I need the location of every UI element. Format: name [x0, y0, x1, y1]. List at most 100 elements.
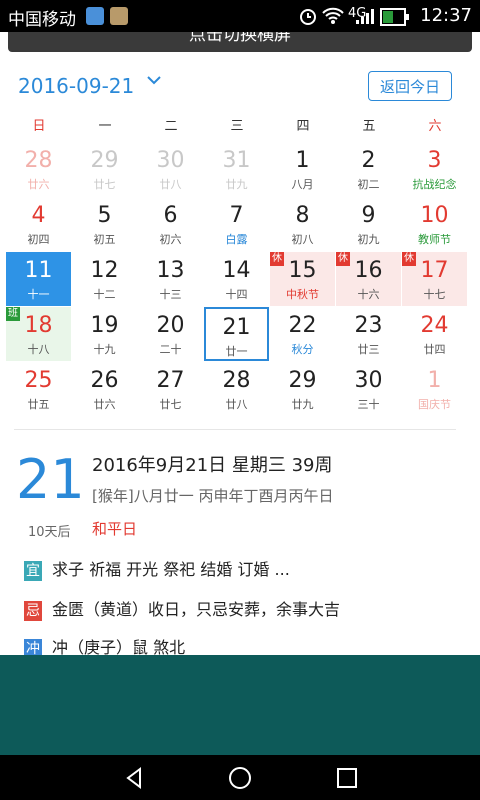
calendar-day[interactable]: 31 廿九 [204, 142, 269, 196]
weekday-label: 五 [362, 119, 376, 134]
day-number: 26 [90, 368, 119, 393]
calendar-day[interactable]: 25 廿五 [6, 362, 71, 416]
days-after-label: 10天后 [28, 525, 71, 540]
battery-icon [380, 8, 410, 30]
recents-icon[interactable] [332, 763, 362, 793]
lunar-label: 国庆节 [418, 398, 451, 411]
divider [14, 429, 456, 430]
rest-badge: 休 [402, 252, 416, 266]
lunar-label: 初六 [159, 233, 182, 246]
day-number: 10 [420, 203, 449, 228]
calendar-day[interactable]: 7 白露 [204, 197, 269, 251]
day-number: 28 [222, 368, 251, 393]
lunar-label: 廿四 [423, 343, 446, 356]
calendar-day[interactable]: 17 十七休 [402, 252, 467, 306]
ji-row: 忌金匮（黄道）收日，只忌安葬，余事大吉 [24, 596, 340, 621]
calendar-day[interactable]: 26 廿六 [72, 362, 137, 416]
lunar-label: 十八 [27, 343, 50, 356]
lunar-label: 十七 [423, 288, 446, 301]
lunar-label: 白露 [225, 233, 248, 246]
date-header: 2016-09-21 返回今日 [0, 62, 480, 110]
lunar-label: 十一 [27, 288, 50, 301]
lunar-label: 十六 [357, 288, 380, 301]
calendar-day[interactable]: 4 初四 [6, 197, 71, 251]
calendar-day[interactable]: 28 廿六 [6, 142, 71, 196]
weekday-header: 日一二三四五六 [6, 115, 468, 137]
calendar-day[interactable]: 28 廿八 [204, 362, 269, 416]
detail-day-number: 21 [16, 448, 85, 511]
rest-badge: 休 [270, 252, 284, 266]
lunar-label: 廿八 [159, 178, 182, 191]
yi-text: 求子 祈福 开光 祭祀 结婚 订婚 ... [52, 560, 290, 579]
calendar-day[interactable]: 15 中秋节休 [270, 252, 335, 306]
back-to-today-button[interactable]: 返回今日 [368, 71, 452, 101]
status-time: 12:37 [420, 5, 472, 26]
calendar-day[interactable]: 6 初六 [138, 197, 203, 251]
calendar-day[interactable]: 22 秋分 [270, 307, 335, 361]
calendar-day[interactable]: 27 廿七 [138, 362, 203, 416]
calendar-day[interactable]: 30 廿八 [138, 142, 203, 196]
calendar-day[interactable]: 3 抗战纪念 [402, 142, 467, 196]
day-number: 31 [222, 148, 251, 173]
calendar-day[interactable]: 12 十二 [72, 252, 137, 306]
lunar-label: 廿九 [225, 178, 248, 191]
calendar-day[interactable]: 9 初九 [336, 197, 401, 251]
day-number: 19 [90, 313, 119, 338]
calendar-day[interactable]: 1 八月 [270, 142, 335, 196]
weekday-label: 三 [230, 119, 244, 134]
day-number: 30 [156, 148, 185, 173]
day-number: 7 [229, 203, 244, 228]
ji-tag: 忌 [24, 600, 42, 621]
calendar-day[interactable]: 23 廿三 [336, 307, 401, 361]
lunar-label: 廿六 [93, 398, 116, 411]
calendar-day[interactable]: 20 二十 [138, 307, 203, 361]
lunar-label: 廿五 [27, 398, 50, 411]
calendar-day[interactable]: 30 三十 [336, 362, 401, 416]
day-number: 12 [90, 258, 119, 283]
lunar-label: 廿七 [159, 398, 182, 411]
calendar-day[interactable]: 2 初二 [336, 142, 401, 196]
home-icon[interactable] [225, 763, 255, 793]
lunar-label: 二十 [159, 343, 182, 356]
day-number: 4 [31, 203, 46, 228]
day-number: 27 [156, 368, 185, 393]
workday-badge: 班 [6, 307, 20, 321]
calendar-day[interactable]: 29 廿九 [270, 362, 335, 416]
calendar-day[interactable]: 8 初八 [270, 197, 335, 251]
lunar-label: 初八 [291, 233, 314, 246]
festival-label: 和平日 [92, 520, 138, 538]
calendar-day[interactable]: 16 十六休 [336, 252, 401, 306]
rotate-screen-banner[interactable]: 点击切换横屏 [8, 32, 472, 52]
lunar-label: 十二 [93, 288, 116, 301]
back-icon[interactable] [120, 763, 150, 793]
lunar-label: 三十 [357, 398, 380, 411]
day-number: 13 [156, 258, 185, 283]
day-number: 11 [24, 258, 53, 283]
rotate-screen-label: 点击切换横屏 [189, 32, 291, 45]
calendar-day[interactable]: 10 教师节 [402, 197, 467, 251]
ji-text: 金匮（黄道）收日，只忌安葬，余事大吉 [52, 600, 341, 619]
day-number: 20 [156, 313, 185, 338]
calendar-day[interactable]: 24 廿四 [402, 307, 467, 361]
calendar-day[interactable]: 1 国庆节 [402, 362, 467, 416]
calendar-day[interactable]: 18 十八班 [6, 307, 71, 361]
lunar-label: 初二 [357, 178, 380, 191]
calendar-day[interactable]: 13 十三 [138, 252, 203, 306]
current-date[interactable]: 2016-09-21 [18, 74, 134, 98]
lunar-label: 廿一 [225, 345, 248, 358]
day-number: 21 [222, 315, 251, 340]
calendar-day[interactable]: 5 初五 [72, 197, 137, 251]
signal-icon [354, 8, 374, 30]
calendar-day[interactable]: 19 十九 [72, 307, 137, 361]
day-number: 1 [427, 368, 442, 393]
calendar-day[interactable]: 29 廿七 [72, 142, 137, 196]
chevron-down-icon[interactable] [146, 72, 162, 93]
calendar-day[interactable]: 21 廿一 [204, 307, 269, 361]
lunar-label: 秋分 [291, 343, 314, 356]
day-number: 28 [24, 148, 53, 173]
calendar-day[interactable]: 11 十一 [6, 252, 71, 306]
lunar-label: 十九 [93, 343, 116, 356]
calendar-day[interactable]: 14 十四 [204, 252, 269, 306]
detail-date-line: 2016年9月21日 星期三 39周 [92, 455, 333, 476]
weekday-label: 二 [164, 119, 178, 134]
